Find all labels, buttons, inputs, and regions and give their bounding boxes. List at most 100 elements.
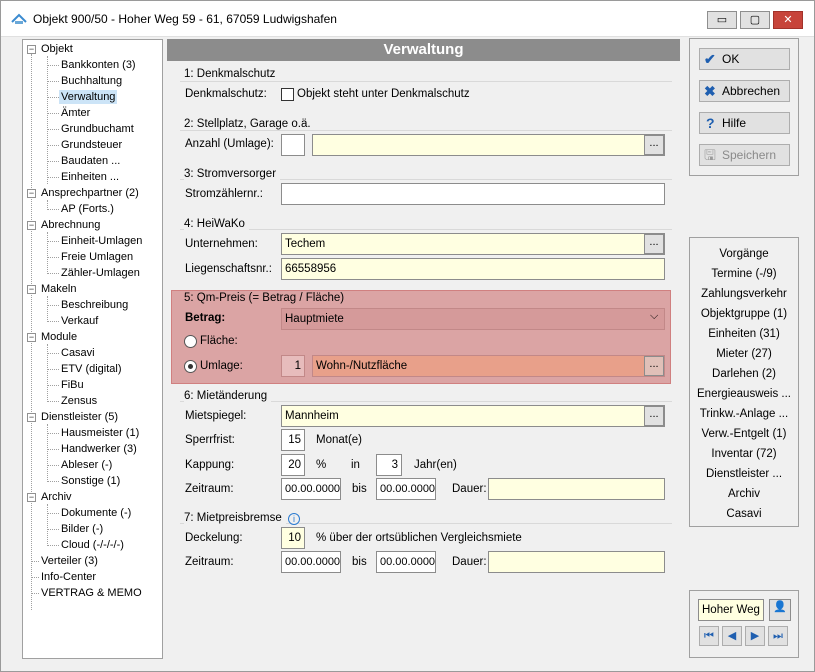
previous-record-button[interactable]: ◀ (722, 626, 742, 646)
collapse-makeln-icon[interactable]: − (27, 285, 36, 294)
dauer-input[interactable] (488, 478, 665, 500)
collapse-objekt-icon[interactable]: − (27, 45, 36, 54)
betrag-select[interactable]: Hauptmiete (281, 308, 665, 330)
mietspiegel-browse-button[interactable]: ... (644, 406, 664, 426)
tree-cloud[interactable]: Cloud (-/-/-/-) (61, 538, 124, 552)
collapse-module-icon[interactable]: − (27, 333, 36, 342)
save-button[interactable]: 🖫 Speichern (699, 144, 790, 166)
tree-zensus[interactable]: Zensus (61, 394, 97, 408)
side-link-item[interactable]: Trinkw.-Anlage ... (690, 408, 798, 420)
side-link-item[interactable]: Mieter (27) (690, 348, 798, 360)
side-link-item[interactable]: Objektgruppe (1) (690, 308, 798, 320)
mpb-dauer-input[interactable] (488, 551, 665, 573)
stellplatz-browse-button[interactable]: ... (644, 135, 664, 155)
tree-hausmeister[interactable]: Hausmeister (1) (61, 426, 139, 440)
help-button[interactable]: ? Hilfe (699, 112, 790, 134)
tree-sonstige[interactable]: Sonstige (1) (61, 474, 120, 488)
tree-ansprechpartner[interactable]: Ansprechpartner (2) (41, 186, 139, 200)
tree-ableser[interactable]: Ableser (-) (61, 458, 112, 472)
tree-etv[interactable]: ETV (digital) (61, 362, 122, 376)
umlage-number-input[interactable]: 1 (281, 355, 305, 377)
tree-einheit-umlagen[interactable]: Einheit-Umlagen (61, 234, 142, 248)
unternehmen-field[interactable]: Techem (281, 233, 665, 255)
tree-einheiten[interactable]: Einheiten ... (61, 170, 119, 184)
kappung-input[interactable]: 20 (281, 454, 305, 476)
zeitraum-bis-input[interactable]: 00.00.0000 (376, 478, 436, 500)
side-link-item[interactable]: Casavi (690, 508, 798, 520)
side-link-item[interactable]: Inventar (72) (690, 448, 798, 460)
tree-bilder[interactable]: Bilder (-) (61, 522, 103, 536)
side-link-item[interactable]: Darlehen (2) (690, 368, 798, 380)
tree-archiv[interactable]: Archiv (41, 490, 72, 504)
tree-verkauf[interactable]: Verkauf (61, 314, 98, 328)
minimize-button[interactable]: ▭ (707, 11, 737, 29)
tree-vertrag-memo[interactable]: VERTRAG & MEMO (41, 586, 142, 600)
tree-zaehler-umlagen[interactable]: Zähler-Umlagen (61, 266, 140, 280)
mpb-zeitraum-bis-input[interactable]: 00.00.0000 (376, 551, 436, 573)
side-link-item[interactable]: Archiv (690, 488, 798, 500)
tree-freie-umlagen[interactable]: Freie Umlagen (61, 250, 133, 264)
denkmalschutz-checkbox-label: Objekt steht unter Denkmalschutz (297, 88, 470, 100)
sperrfrist-input[interactable]: 15 (281, 429, 305, 451)
side-link-item[interactable]: Dienstleister ... (690, 468, 798, 480)
maximize-button[interactable]: ▢ (740, 11, 770, 29)
umlage-browse-button[interactable]: ... (644, 356, 664, 376)
tree-dienstleister[interactable]: Dienstleister (5) (41, 410, 118, 424)
deckelung-input[interactable]: 10 (281, 527, 305, 549)
next-record-button[interactable]: ▶ (745, 626, 765, 646)
page-title: Verwaltung (167, 39, 680, 61)
tree-verteiler[interactable]: Verteiler (3) (41, 554, 98, 568)
tree-dokumente[interactable]: Dokumente (-) (61, 506, 131, 520)
ok-button[interactable]: ✔ OK (699, 48, 790, 70)
side-link-item[interactable]: Energieausweis ... (690, 388, 798, 400)
tree-fibu[interactable]: FiBu (61, 378, 84, 392)
umlage-radio[interactable] (184, 360, 197, 373)
stellplatz-umlage-field[interactable] (312, 134, 665, 156)
info-icon[interactable]: i (288, 513, 300, 525)
mietspiegel-field[interactable]: Mannheim (281, 405, 665, 427)
denkmalschutz-checkbox[interactable] (281, 88, 294, 101)
tree-ap-forts[interactable]: AP (Forts.) (61, 202, 114, 216)
tree-grundbuchamt[interactable]: Grundbuchamt (61, 122, 134, 136)
liegenschaftsnr-input[interactable]: 66558956 (281, 258, 665, 280)
object-name-field[interactable]: Hoher Weg (698, 599, 764, 621)
umlage-field[interactable]: Wohn-/Nutzfläche (312, 355, 665, 377)
tree-info-center[interactable]: Info-Center (41, 570, 96, 584)
tree-aemter[interactable]: Ämter (61, 106, 90, 120)
side-link-item[interactable]: Verw.-Entgelt (1) (690, 428, 798, 440)
tree-handwerker[interactable]: Handwerker (3) (61, 442, 137, 456)
tree-makeln[interactable]: Makeln (41, 282, 76, 296)
first-record-button[interactable]: ⏮ (699, 626, 719, 646)
person-icon[interactable]: 👤 (769, 599, 791, 621)
tree-baudaten[interactable]: Baudaten ... (61, 154, 120, 168)
tree-buchhaltung[interactable]: Buchhaltung (61, 74, 122, 88)
tree-bankkonten[interactable]: Bankkonten (3) (61, 58, 136, 72)
anzahl-umlage-input[interactable] (281, 134, 305, 156)
tree-abrechnung[interactable]: Abrechnung (41, 218, 100, 232)
mpb-zeitraum-von-input[interactable]: 00.00.0000 (281, 551, 341, 573)
stromzaehler-input[interactable] (281, 183, 665, 205)
collapse-archiv-icon[interactable]: − (27, 493, 36, 502)
collapse-abrechnung-icon[interactable]: − (27, 221, 36, 230)
side-link-item[interactable]: Termine (-/9) (690, 268, 798, 280)
side-link-item[interactable]: Vorgänge (690, 248, 798, 260)
tree-objekt[interactable]: Objekt (41, 42, 73, 56)
cancel-icon: ✖ (704, 83, 716, 99)
tree-verwaltung[interactable]: Verwaltung (59, 90, 118, 104)
side-link-item[interactable]: Zahlungsverkehr (690, 288, 798, 300)
collapse-dienstleister-icon[interactable]: − (27, 413, 36, 422)
close-button[interactable]: ✕ (773, 11, 803, 29)
zeitraum-von-input[interactable]: 00.00.0000 (281, 478, 341, 500)
flaeche-radio[interactable] (184, 335, 197, 348)
tree-beschreibung[interactable]: Beschreibung (61, 298, 128, 312)
unternehmen-browse-button[interactable]: ... (644, 234, 664, 254)
kappung-jahre-input[interactable]: 3 (376, 454, 402, 476)
kappung-label: Kappung: (185, 459, 235, 471)
tree-grundsteuer[interactable]: Grundsteuer (61, 138, 122, 152)
last-record-button[interactable]: ⏭ (768, 626, 788, 646)
tree-module[interactable]: Module (41, 330, 77, 344)
cancel-button[interactable]: ✖ Abbrechen (699, 80, 790, 102)
collapse-ansprechpartner-icon[interactable]: − (27, 189, 36, 198)
side-link-item[interactable]: Einheiten (31) (690, 328, 798, 340)
tree-casavi[interactable]: Casavi (61, 346, 95, 360)
